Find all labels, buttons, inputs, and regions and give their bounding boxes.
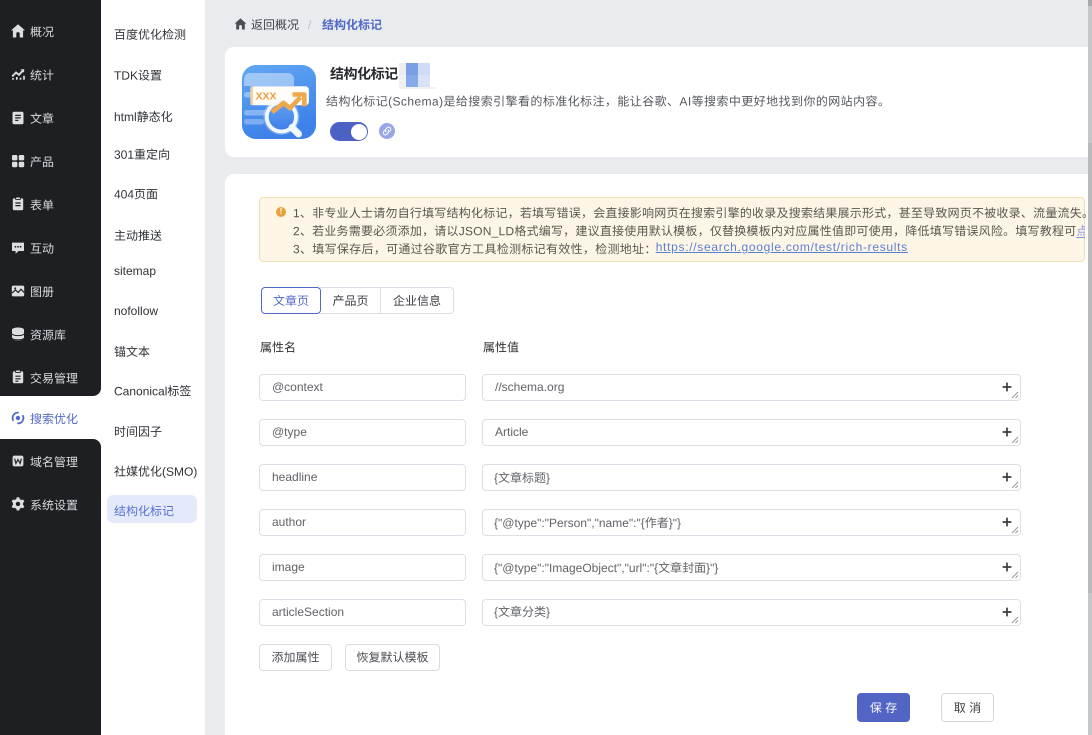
svg-text:XXX: XXX [256, 91, 277, 103]
